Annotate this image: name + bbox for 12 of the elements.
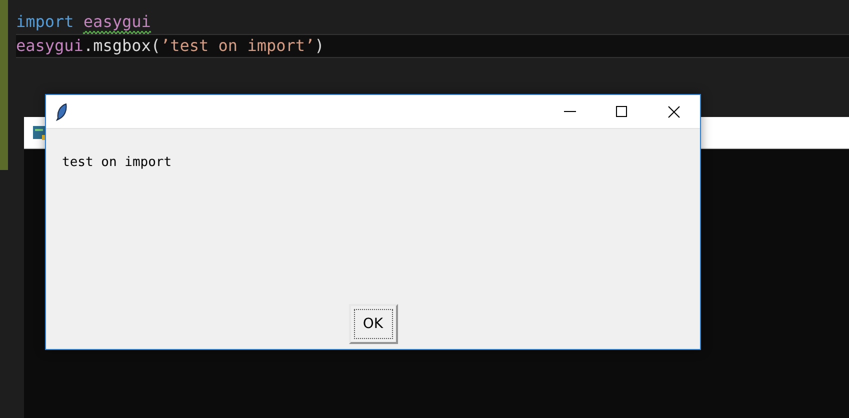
code-token: import [16,13,74,33]
code-token: easygui [16,37,84,57]
close-icon [668,106,680,118]
minimize-icon [564,110,576,112]
feather-icon [56,102,68,120]
code-token: .msgbox( [83,37,160,57]
code-token: ’test on import’ [160,37,315,57]
maximize-icon [616,106,628,118]
code-token: ) [314,37,324,57]
message-text: test on import [62,155,172,170]
code-token: easygui [83,13,151,34]
ok-button[interactable]: OK [348,304,398,344]
